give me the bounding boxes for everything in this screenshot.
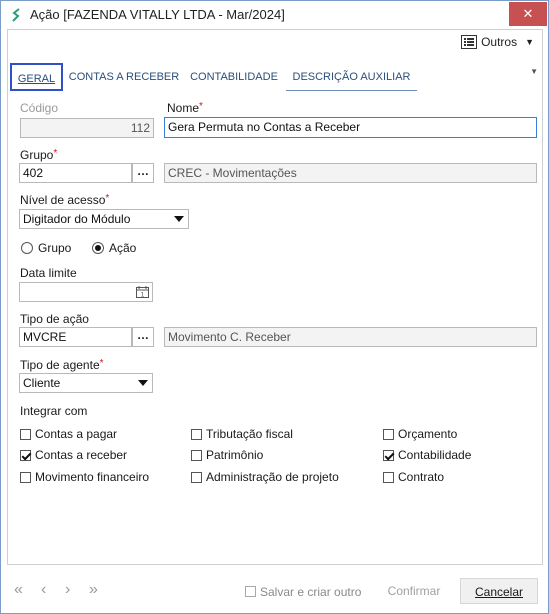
grupo-label-text: Grupo [20, 148, 54, 162]
tipo-acao-code-input[interactable]: MVCRE [19, 327, 132, 347]
dialog-window: Ação [FAZENDA VITALLY LTDA - Mar/2024] ✕… [0, 0, 549, 614]
tipo-agente-select[interactable]: Cliente [19, 373, 153, 393]
checkbox-tributacao-fiscal[interactable] [191, 429, 202, 440]
tipo-acao-label: Tipo de ação [20, 312, 89, 326]
checkbox-contas-a-pagar[interactable] [20, 429, 31, 440]
tabs-overflow-icon[interactable]: ▼ [530, 67, 538, 76]
checkbox-orcamento[interactable] [383, 429, 394, 440]
required-mark: * [105, 193, 110, 204]
contas-a-pagar-label[interactable]: Contas a pagar [35, 427, 117, 441]
app-logo-icon [12, 8, 20, 22]
checkbox-contrato[interactable] [383, 472, 394, 483]
codigo-field: 112 [20, 118, 154, 138]
nivel-acesso-label: Nível de acesso* [20, 193, 109, 207]
checkbox-administracao-projeto[interactable] [191, 472, 202, 483]
next-record-icon[interactable]: › [65, 581, 70, 599]
integrar-com-label: Integrar com [20, 404, 88, 418]
outros-label[interactable]: Outros [481, 35, 517, 49]
dropdown-arrow-icon [174, 216, 184, 222]
contas-a-receber-label[interactable]: Contas a receber [35, 448, 127, 462]
tab-contabilidade[interactable]: CONTABILIDADE [186, 63, 282, 91]
tipo-acao-lookup-button[interactable]: … [132, 327, 154, 347]
required-mark: * [99, 358, 104, 369]
title-bar[interactable]: Ação [FAZENDA VITALLY LTDA - Mar/2024] ✕ [1, 1, 548, 29]
checkbox-patrimonio[interactable] [191, 450, 202, 461]
patrimonio-label[interactable]: Patrimônio [206, 448, 263, 462]
previous-record-icon[interactable]: ‹ [41, 581, 46, 599]
close-button[interactable]: ✕ [509, 2, 547, 26]
administracao-projeto-label[interactable]: Administração de projeto [206, 470, 339, 484]
nivel-acesso-value: Digitador do Módulo [23, 212, 131, 226]
nivel-acesso-select[interactable]: Digitador do Módulo [19, 209, 189, 229]
radio-acao[interactable] [92, 242, 104, 254]
required-mark: * [53, 148, 58, 159]
tipo-agente-value: Cliente [23, 376, 61, 390]
nome-label: Nome* [167, 101, 203, 115]
tributacao-fiscal-label[interactable]: Tributação fiscal [206, 427, 293, 441]
data-limite-label: Data limite [20, 266, 77, 280]
checkbox-movimento-financeiro[interactable] [20, 472, 31, 483]
movimento-financeiro-label[interactable]: Movimento financeiro [35, 470, 149, 484]
radio-grupo[interactable] [21, 242, 33, 254]
dropdown-arrow-icon [138, 380, 148, 386]
nome-input[interactable]: Gera Permuta no Contas a Receber [164, 117, 537, 138]
nivel-acesso-label-text: Nível de acesso [20, 193, 106, 207]
tab-geral[interactable]: GERAL [10, 63, 63, 91]
contrato-label[interactable]: Contrato [398, 470, 444, 484]
orcamento-label[interactable]: Orçamento [398, 427, 457, 441]
grupo-label: Grupo* [20, 148, 57, 162]
close-icon[interactable]: ✕ [523, 6, 534, 21]
checkbox-salvar-criar-outro[interactable] [245, 586, 256, 597]
nome-label-text: Nome [167, 101, 200, 115]
cancelar-button[interactable]: Cancelar [460, 578, 538, 604]
window-title: Ação [FAZENDA VITALLY LTDA - Mar/2024] [30, 7, 285, 22]
radio-grupo-label[interactable]: Grupo [38, 241, 71, 255]
grupo-description-field: CREC - Movimentações [164, 163, 537, 183]
chevron-down-icon: ▼ [525, 37, 534, 47]
checkbox-contas-a-receber[interactable] [20, 450, 31, 461]
confirmar-button[interactable]: Confirmar [379, 578, 449, 604]
footer-bar: « ‹ › » Salvar e criar outro Confirmar C… [1, 567, 548, 613]
codigo-label: Código [20, 101, 59, 115]
checkbox-contabilidade[interactable] [383, 450, 394, 461]
data-limite-input[interactable]: 1 [19, 282, 153, 302]
salvar-criar-outro-label[interactable]: Salvar e criar outro [260, 585, 361, 599]
calendar-icon[interactable]: 1 [136, 286, 149, 298]
list-icon [461, 35, 478, 49]
tipo-agente-label: Tipo de agente* [20, 358, 104, 372]
tipo-acao-description-field: Movimento C. Receber [164, 327, 537, 347]
tab-descricao-auxiliar[interactable]: DESCRIÇÃO AUXILIAR [286, 63, 417, 91]
required-mark: * [199, 101, 203, 112]
outros-menu-button[interactable]: Outros ▼ [461, 35, 534, 49]
tab-contas-a-receber[interactable]: CONTAS A RECEBER [68, 63, 180, 91]
first-record-icon[interactable]: « [14, 581, 23, 599]
tipo-agente-label-text: Tipo de agente [20, 358, 100, 372]
grupo-code-input[interactable]: 402 [19, 163, 132, 183]
svg-text:1: 1 [141, 292, 145, 299]
main-panel: Outros ▼ GERAL CONTAS A RECEBER CONTABIL… [7, 29, 543, 565]
radio-acao-label[interactable]: Ação [109, 241, 136, 255]
grupo-lookup-button[interactable]: … [132, 163, 154, 183]
last-record-icon[interactable]: » [89, 581, 98, 599]
contabilidade-label[interactable]: Contabilidade [398, 448, 471, 462]
tab-bar: GERAL CONTAS A RECEBER CONTABILIDADE DES… [8, 63, 542, 91]
